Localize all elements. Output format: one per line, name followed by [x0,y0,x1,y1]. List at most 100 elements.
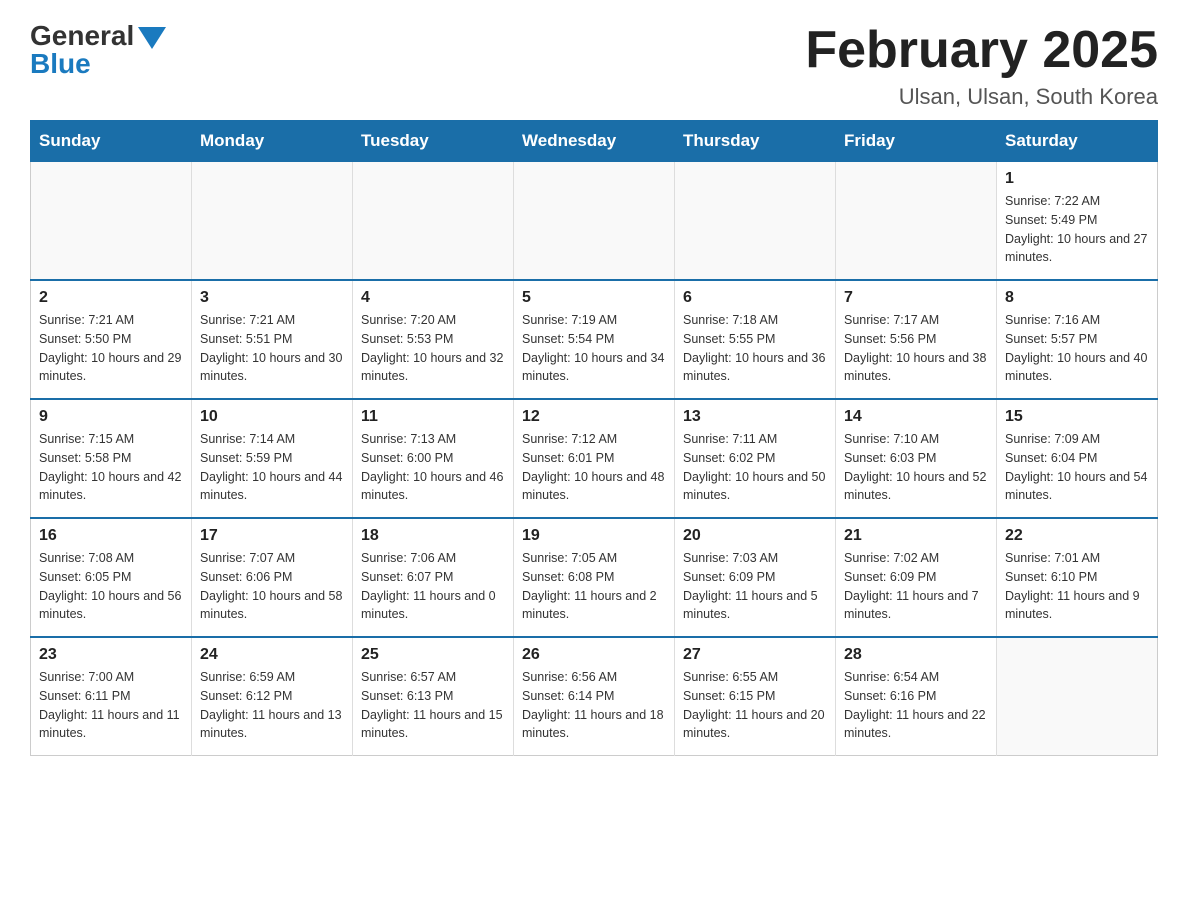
location-subtitle: Ulsan, Ulsan, South Korea [805,84,1158,110]
day-info: Sunrise: 7:13 AM Sunset: 6:00 PM Dayligh… [361,430,505,505]
calendar-cell: 6 Sunrise: 7:18 AM Sunset: 5:55 PM Daylig… [675,280,836,399]
day-number: 14 [844,408,988,426]
calendar-header-friday: Friday [836,121,997,162]
calendar-header-saturday: Saturday [997,121,1158,162]
day-info: Sunrise: 6:56 AM Sunset: 6:14 PM Dayligh… [522,668,666,743]
calendar-cell: 21 Sunrise: 7:02 AM Sunset: 6:09 PM Dayli… [836,518,997,637]
day-info: Sunrise: 7:17 AM Sunset: 5:56 PM Dayligh… [844,311,988,386]
calendar-table: SundayMondayTuesdayWednesdayThursdayFrid… [30,120,1158,756]
calendar-cell [514,162,675,281]
calendar-cell: 8 Sunrise: 7:16 AM Sunset: 5:57 PM Daylig… [997,280,1158,399]
day-number: 17 [200,527,344,545]
day-info: Sunrise: 7:21 AM Sunset: 5:50 PM Dayligh… [39,311,183,386]
calendar-cell: 16 Sunrise: 7:08 AM Sunset: 6:05 PM Dayli… [31,518,192,637]
day-info: Sunrise: 6:59 AM Sunset: 6:12 PM Dayligh… [200,668,344,743]
calendar-cell: 1 Sunrise: 7:22 AM Sunset: 5:49 PM Daylig… [997,162,1158,281]
day-info: Sunrise: 7:21 AM Sunset: 5:51 PM Dayligh… [200,311,344,386]
calendar-cell: 23 Sunrise: 7:00 AM Sunset: 6:11 PM Dayli… [31,637,192,756]
day-number: 1 [1005,170,1149,188]
day-number: 7 [844,289,988,307]
calendar-cell: 2 Sunrise: 7:21 AM Sunset: 5:50 PM Daylig… [31,280,192,399]
logo-triangle-icon [138,27,166,49]
calendar-cell: 25Sunrise: 6:57 AM Sunset: 6:13 PM Dayli… [353,637,514,756]
title-section: February 2025 Ulsan, Ulsan, South Korea [805,20,1158,110]
calendar-header-thursday: Thursday [675,121,836,162]
day-info: Sunrise: 7:22 AM Sunset: 5:49 PM Dayligh… [1005,192,1149,267]
calendar-cell: 22 Sunrise: 7:01 AM Sunset: 6:10 PM Dayli… [997,518,1158,637]
day-info: Sunrise: 7:18 AM Sunset: 5:55 PM Dayligh… [683,311,827,386]
calendar-cell: 11 Sunrise: 7:13 AM Sunset: 6:00 PM Dayli… [353,399,514,518]
calendar-cell: 3 Sunrise: 7:21 AM Sunset: 5:51 PM Daylig… [192,280,353,399]
logo: General Blue [30,20,166,80]
day-info: Sunrise: 7:07 AM Sunset: 6:06 PM Dayligh… [200,549,344,624]
calendar-cell: 19Sunrise: 7:05 AM Sunset: 6:08 PM Dayli… [514,518,675,637]
calendar-cell: 20Sunrise: 7:03 AM Sunset: 6:09 PM Dayli… [675,518,836,637]
calendar-cell: 14 Sunrise: 7:10 AM Sunset: 6:03 PM Dayli… [836,399,997,518]
calendar-header-sunday: Sunday [31,121,192,162]
month-title: February 2025 [805,20,1158,80]
day-info: Sunrise: 7:02 AM Sunset: 6:09 PM Dayligh… [844,549,988,624]
calendar-cell: 9 Sunrise: 7:15 AM Sunset: 5:58 PM Daylig… [31,399,192,518]
calendar-cell: 17 Sunrise: 7:07 AM Sunset: 6:06 PM Dayli… [192,518,353,637]
day-number: 6 [683,289,827,307]
day-number: 25 [361,646,505,664]
day-number: 12 [522,408,666,426]
day-info: Sunrise: 7:10 AM Sunset: 6:03 PM Dayligh… [844,430,988,505]
day-info: Sunrise: 7:15 AM Sunset: 5:58 PM Dayligh… [39,430,183,505]
day-number: 19 [522,527,666,545]
calendar-header-monday: Monday [192,121,353,162]
calendar-cell: 12 Sunrise: 7:12 AM Sunset: 6:01 PM Dayli… [514,399,675,518]
day-info: Sunrise: 7:01 AM Sunset: 6:10 PM Dayligh… [1005,549,1149,624]
day-number: 16 [39,527,183,545]
calendar-week-row: 9 Sunrise: 7:15 AM Sunset: 5:58 PM Daylig… [31,399,1158,518]
day-info: Sunrise: 7:19 AM Sunset: 5:54 PM Dayligh… [522,311,666,386]
day-info: Sunrise: 7:06 AM Sunset: 6:07 PM Dayligh… [361,549,505,624]
day-number: 5 [522,289,666,307]
day-number: 3 [200,289,344,307]
day-number: 21 [844,527,988,545]
day-info: Sunrise: 6:55 AM Sunset: 6:15 PM Dayligh… [683,668,827,743]
calendar-cell: 26 Sunrise: 6:56 AM Sunset: 6:14 PM Dayli… [514,637,675,756]
day-number: 13 [683,408,827,426]
day-number: 28 [844,646,988,664]
calendar-header-wednesday: Wednesday [514,121,675,162]
calendar-cell [31,162,192,281]
day-info: Sunrise: 7:12 AM Sunset: 6:01 PM Dayligh… [522,430,666,505]
calendar-cell: 15 Sunrise: 7:09 AM Sunset: 6:04 PM Dayli… [997,399,1158,518]
day-number: 22 [1005,527,1149,545]
calendar-week-row: 23 Sunrise: 7:00 AM Sunset: 6:11 PM Dayli… [31,637,1158,756]
day-number: 20 [683,527,827,545]
calendar-cell [192,162,353,281]
day-number: 2 [39,289,183,307]
calendar-cell: 13Sunrise: 7:11 AM Sunset: 6:02 PM Dayli… [675,399,836,518]
day-info: Sunrise: 7:14 AM Sunset: 5:59 PM Dayligh… [200,430,344,505]
calendar-cell [675,162,836,281]
calendar-cell: 27 Sunrise: 6:55 AM Sunset: 6:15 PM Dayli… [675,637,836,756]
day-number: 18 [361,527,505,545]
day-number: 10 [200,408,344,426]
calendar-week-row: 1 Sunrise: 7:22 AM Sunset: 5:49 PM Daylig… [31,162,1158,281]
day-info: Sunrise: 7:16 AM Sunset: 5:57 PM Dayligh… [1005,311,1149,386]
day-info: Sunrise: 7:09 AM Sunset: 6:04 PM Dayligh… [1005,430,1149,505]
day-number: 11 [361,408,505,426]
day-number: 15 [1005,408,1149,426]
calendar-cell: 7 Sunrise: 7:17 AM Sunset: 5:56 PM Daylig… [836,280,997,399]
day-number: 27 [683,646,827,664]
calendar-cell: 18 Sunrise: 7:06 AM Sunset: 6:07 PM Dayli… [353,518,514,637]
calendar-cell [997,637,1158,756]
logo-blue-text: Blue [30,48,91,80]
day-info: Sunrise: 7:08 AM Sunset: 6:05 PM Dayligh… [39,549,183,624]
calendar-cell: 28 Sunrise: 6:54 AM Sunset: 6:16 PM Dayli… [836,637,997,756]
calendar-week-row: 2 Sunrise: 7:21 AM Sunset: 5:50 PM Daylig… [31,280,1158,399]
day-number: 23 [39,646,183,664]
day-number: 26 [522,646,666,664]
day-info: Sunrise: 7:00 AM Sunset: 6:11 PM Dayligh… [39,668,183,743]
calendar-week-row: 16 Sunrise: 7:08 AM Sunset: 6:05 PM Dayli… [31,518,1158,637]
day-number: 24 [200,646,344,664]
page-header: General Blue February 2025 Ulsan, Ulsan,… [30,20,1158,110]
day-info: Sunrise: 6:54 AM Sunset: 6:16 PM Dayligh… [844,668,988,743]
calendar-cell: 4Sunrise: 7:20 AM Sunset: 5:53 PM Daylig… [353,280,514,399]
calendar-cell: 10 Sunrise: 7:14 AM Sunset: 5:59 PM Dayli… [192,399,353,518]
day-number: 9 [39,408,183,426]
day-number: 8 [1005,289,1149,307]
